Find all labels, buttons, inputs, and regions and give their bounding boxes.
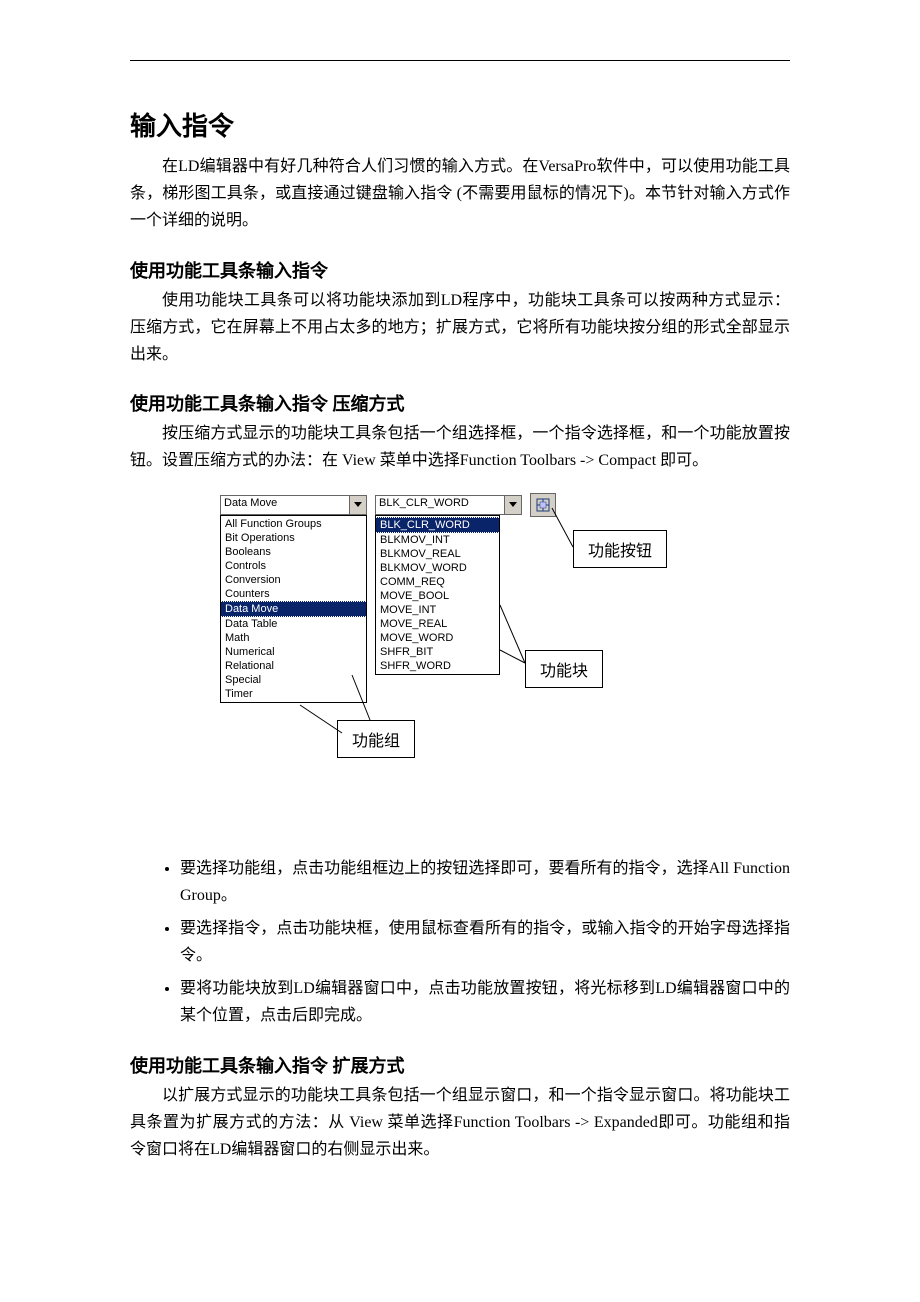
function-list-item[interactable]: BLK_CLR_WORD bbox=[376, 517, 499, 533]
dropdown-arrow-icon[interactable] bbox=[349, 496, 366, 514]
function-list-item[interactable]: MOVE_INT bbox=[376, 603, 499, 617]
function-list-item[interactable]: BLKMOV_INT bbox=[376, 533, 499, 547]
function-listbox[interactable]: BLK_CLR_WORDBLKMOV_INTBLKMOV_REALBLKMOV_… bbox=[375, 515, 500, 675]
section-title-compact: 使用功能工具条输入指令 压缩方式 bbox=[130, 390, 790, 416]
group-list-item[interactable]: Controls bbox=[221, 559, 366, 573]
section-paragraph-toolbar: 使用功能块工具条可以将功能块添加到LD程序中，功能块工具条可以按两种方式显示：压… bbox=[130, 287, 790, 369]
compact-toolbar-figure: Data Move BLK_CLR_WORD All Function Grou… bbox=[220, 495, 700, 845]
list-item: 要选择功能组，点击功能组框边上的按钮选择即可，要看所有的指令，选择All Fun… bbox=[180, 855, 790, 909]
group-list-item[interactable]: Conversion bbox=[221, 573, 366, 587]
group-list-item[interactable]: Bit Operations bbox=[221, 531, 366, 545]
function-list-item[interactable]: COMM_REQ bbox=[376, 575, 499, 589]
group-list-item[interactable]: Data Move bbox=[221, 601, 366, 617]
function-list-item[interactable]: MOVE_WORD bbox=[376, 631, 499, 645]
top-rule bbox=[130, 60, 790, 61]
section-title-expanded: 使用功能工具条输入指令 扩展方式 bbox=[130, 1052, 790, 1078]
section-title-toolbar: 使用功能工具条输入指令 bbox=[130, 257, 790, 283]
group-list-item[interactable]: Math bbox=[221, 631, 366, 645]
function-list-item[interactable]: BLKMOV_WORD bbox=[376, 561, 499, 575]
function-combobox-value: BLK_CLR_WORD bbox=[376, 496, 504, 514]
group-list-item[interactable]: Data Table bbox=[221, 617, 366, 631]
function-list-item[interactable]: SHFR_BIT bbox=[376, 645, 499, 659]
dropdown-arrow-icon[interactable] bbox=[504, 496, 521, 514]
callout-function-block: 功能块 bbox=[525, 650, 603, 688]
list-item: 要将功能块放到LD编辑器窗口中，点击功能放置按钮，将光标移到LD编辑器窗口中的某… bbox=[180, 975, 790, 1029]
compact-bullet-list: 要选择功能组，点击功能组框边上的按钮选择即可，要看所有的指令，选择All Fun… bbox=[130, 855, 790, 1030]
list-item: 要选择指令，点击功能块框，使用鼠标查看所有的指令，或输入指令的开始字母选择指令。 bbox=[180, 915, 790, 969]
group-list-item[interactable]: Timer bbox=[221, 687, 366, 701]
function-combobox[interactable]: BLK_CLR_WORD bbox=[375, 495, 522, 515]
group-list-item[interactable]: Relational bbox=[221, 659, 366, 673]
group-combobox[interactable]: Data Move bbox=[220, 495, 367, 515]
callout-function-button: 功能按钮 bbox=[573, 530, 667, 568]
function-list-item[interactable]: MOVE_REAL bbox=[376, 617, 499, 631]
section-paragraph-expanded: 以扩展方式显示的功能块工具条包括一个组显示窗口，和一个指令显示窗口。将功能块工具… bbox=[130, 1082, 790, 1164]
group-list-item[interactable]: Special bbox=[221, 673, 366, 687]
intro-paragraph: 在LD编辑器中有好几种符合人们习惯的输入方式。在VersaPro软件中，可以使用… bbox=[130, 153, 790, 235]
group-list-item[interactable]: Numerical bbox=[221, 645, 366, 659]
function-list-item[interactable]: MOVE_BOOL bbox=[376, 589, 499, 603]
group-list-item[interactable]: Counters bbox=[221, 587, 366, 601]
function-list-item[interactable]: SHFR_WORD bbox=[376, 659, 499, 673]
group-list-item[interactable]: All Function Groups bbox=[221, 517, 366, 531]
group-listbox[interactable]: All Function GroupsBit OperationsBoolean… bbox=[220, 515, 367, 703]
group-list-item[interactable]: Booleans bbox=[221, 545, 366, 559]
page-title: 输入指令 bbox=[130, 106, 790, 143]
place-function-button[interactable] bbox=[530, 493, 556, 517]
section-paragraph-compact: 按压缩方式显示的功能块工具条包括一个组选择框，一个指令选择框，和一个功能放置按钮… bbox=[130, 420, 790, 474]
function-list-item[interactable]: BLKMOV_REAL bbox=[376, 547, 499, 561]
group-combobox-value: Data Move bbox=[221, 496, 349, 514]
callout-function-group: 功能组 bbox=[337, 720, 415, 758]
